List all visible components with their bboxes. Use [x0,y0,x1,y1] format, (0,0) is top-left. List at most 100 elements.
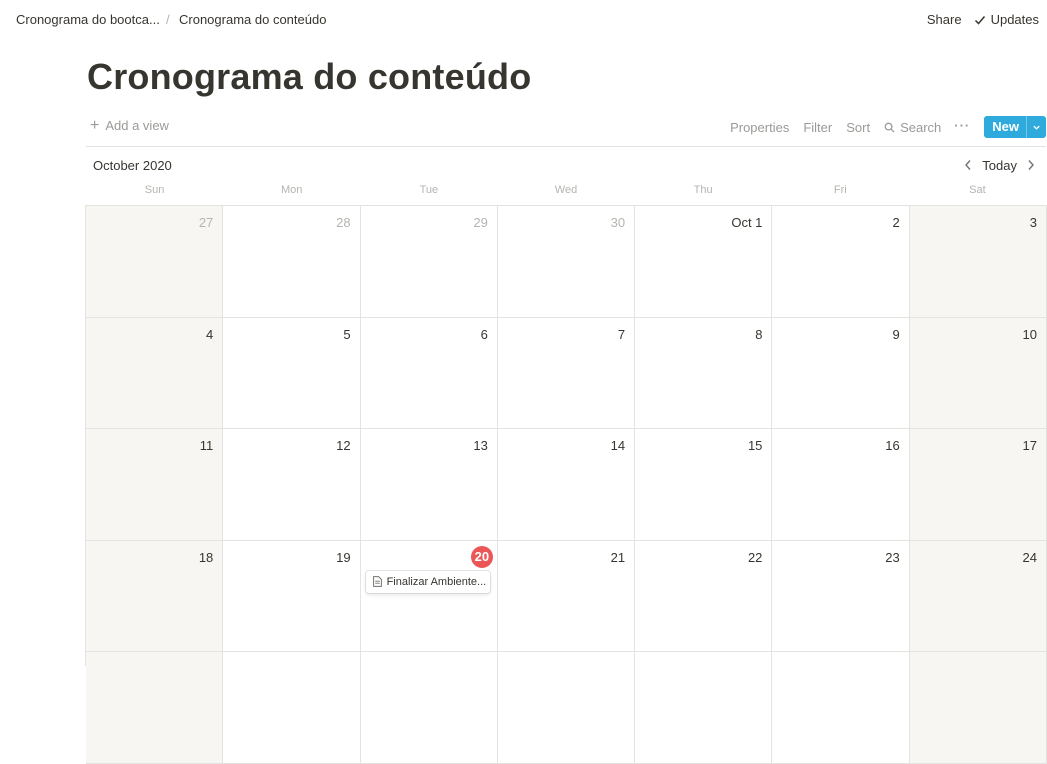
day-number: 4 [206,326,214,342]
day-number: 14 [610,438,626,453]
new-button-group: New [984,116,1046,138]
day-number: 17 [1022,438,1037,453]
calendar-day-cell[interactable]: 4 [86,317,224,429]
chevron-down-icon [1033,125,1040,130]
topbar-actions: Share Updates [921,11,1045,28]
day-number: 3 [1029,215,1037,230]
calendar-day-cell[interactable] [909,652,1047,764]
calendar-day-cell[interactable]: 11 [86,429,224,541]
more-options-button[interactable]: ··· [948,118,980,137]
calendar-day-cell[interactable]: 2 [772,206,910,318]
page-icon [372,576,382,587]
search-button[interactable]: Search [877,118,948,137]
event-title: Finalizar Ambiente... [386,575,487,588]
calendar-day-cell[interactable]: 6 [360,317,498,429]
new-button[interactable]: New [984,116,1026,138]
calendar-day-cell[interactable]: 29 [360,206,498,318]
today-button[interactable]: Today [976,158,1023,173]
page-title: Cronograma do conteúdo [87,56,532,97]
topbar: Cronograma do bootca... / Cronograma do … [0,0,1047,40]
calendar-day-cell[interactable]: 10 [909,317,1047,429]
updates-button[interactable]: Updates [968,11,1045,28]
calendar-day-cell[interactable]: 17 [909,429,1047,541]
weekday-label: Mon [281,184,303,196]
calendar-day-cell[interactable]: 19 [223,540,361,652]
chevron-left-icon [965,160,971,170]
calendar-day-cell[interactable] [223,652,361,764]
calendar-day-cell[interactable]: 24 [909,540,1047,652]
add-view-label: Add a view [105,118,169,133]
new-dropdown-button[interactable] [1026,116,1046,138]
calendar-day-cell[interactable] [360,652,498,764]
day-number: 8 [755,326,763,342]
calendar-day-cell[interactable]: 3 [909,206,1047,318]
calendar-day-cell[interactable]: 14 [497,429,636,541]
view-toolbar: + Add a view Properties Filter Sort Sear… [86,114,1046,147]
check-icon [974,15,985,25]
weekday-label: Wed [554,184,578,196]
day-number: 15 [747,438,763,453]
calendar-day-cell[interactable]: 9 [772,317,910,429]
calendar-day-cell[interactable]: 12 [223,429,361,541]
calendar-day-cell[interactable] [635,652,773,764]
day-number: 7 [617,326,626,342]
calendar-event-card[interactable]: Finalizar Ambiente... [365,570,490,593]
day-number: 16 [885,438,900,453]
weekday-label: Fri [833,184,847,196]
calendar-day-cell[interactable]: Oct 1 [635,206,773,318]
day-number: 22 [747,549,763,565]
calendar-day-cell[interactable]: 16 [772,429,910,541]
weekday-label: Thu [693,184,713,196]
today-day-number: 20 [470,545,493,568]
breadcrumb-separator: / [166,12,170,27]
view-tools: Properties Filter Sort Search ··· New [723,116,1046,138]
day-number: 6 [480,326,488,342]
calendar-day-cell[interactable] [497,652,636,764]
calendar-day-cell[interactable]: 5 [223,317,361,429]
share-button[interactable]: Share [921,11,968,28]
breadcrumb-parent[interactable]: Cronograma do bootca... [16,12,160,27]
next-month-button[interactable] [1023,157,1039,173]
day-number: Oct 1 [731,215,763,230]
weekday-header-row: Sun Mon Tue Wed Thu Fri Sat [86,184,1046,198]
add-view-button[interactable]: + Add a view [90,116,169,134]
calendar-day-cell[interactable]: 8 [635,317,773,429]
day-number: 27 [198,215,214,230]
day-number: 18 [198,549,214,565]
calendar-day-cell[interactable]: 22 [635,540,773,652]
calendar-day-cell[interactable]: 18 [86,540,224,652]
day-number: 5 [343,326,351,342]
calendar-day-cell[interactable]: 13 [360,429,498,541]
day-number: 11 [199,438,214,453]
chevron-right-icon [1028,160,1034,170]
calendar-day-cell[interactable]: 15 [635,429,773,541]
calendar-day-cell[interactable]: 7 [497,317,636,429]
plus-icon: + [90,116,100,134]
calendar-day-cell[interactable] [772,652,910,764]
calendar-day-cell[interactable]: 23 [772,540,910,652]
day-number: 30 [610,215,626,230]
day-number: 24 [1022,549,1037,565]
day-number: 13 [473,438,488,453]
weekday-label: Tue [419,184,439,196]
sort-button[interactable]: Sort [839,118,877,137]
search-icon [884,122,895,133]
weekday-label: Sun [144,184,165,196]
day-number: 19 [336,549,351,565]
breadcrumb-current[interactable]: Cronograma do conteúdo [179,12,326,27]
day-number: 2 [892,215,900,230]
day-number: 10 [1022,326,1037,342]
weekday-label: Sat [969,184,986,196]
properties-button[interactable]: Properties [723,118,796,137]
filter-button[interactable]: Filter [796,118,839,137]
calendar-day-cell[interactable]: 21 [497,540,636,652]
calendar-day-cell[interactable]: 27 [86,206,224,318]
previous-month-button[interactable] [960,157,976,173]
month-label: October 2020 [93,158,172,173]
search-label: Search [900,119,942,135]
calendar-day-cell[interactable] [86,652,224,764]
day-number: 12 [336,438,351,453]
calendar-day-cell[interactable]: 28 [223,206,361,318]
calendar-day-cell[interactable]: 30 [497,206,636,318]
calendar-day-cell[interactable]: 20 Finalizar Ambiente... [360,540,498,652]
